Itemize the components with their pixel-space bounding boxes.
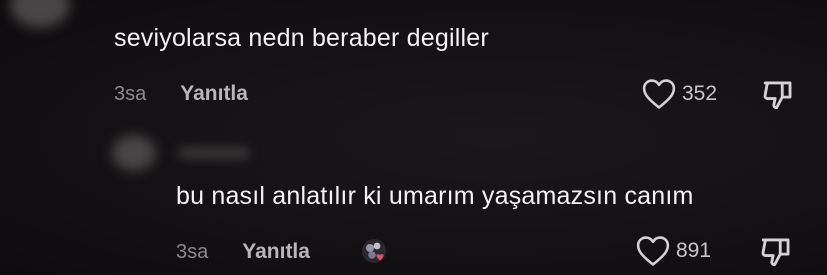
heart-sticker-icon	[362, 239, 386, 263]
comment-2-reply-button[interactable]: Yanıtla	[242, 240, 310, 264]
comment-1-reply-button[interactable]: Yanıtla	[180, 82, 248, 106]
avatar-2[interactable]	[112, 135, 156, 171]
comment-1-like-count: 352	[682, 82, 718, 105]
comment-2-meta: 3sa Yanıtla	[176, 240, 310, 264]
heart-outline-icon	[642, 79, 676, 109]
comment-2-text: bu nasıl anlatılır ki umarım yaşamazsın …	[176, 182, 694, 210]
comment-2-time: 3sa	[176, 240, 209, 263]
comment-1-meta: 3sa Yanıtla	[114, 82, 248, 106]
comment-1-like-button[interactable]: 352	[642, 78, 717, 110]
comment-1-text: seviyolarsa nedn beraber degiller	[114, 24, 489, 52]
username-2[interactable]	[178, 147, 250, 159]
heart-outline-icon	[636, 236, 670, 266]
comments-panel: seviyolarsa nedn beraber degiller 3sa Ya…	[0, 0, 827, 275]
avatar-1[interactable]	[10, 0, 70, 28]
comment-1-time: 3sa	[114, 82, 147, 105]
comment-2-like-button[interactable]: 891	[636, 235, 711, 267]
thumbs-down-icon[interactable]	[758, 235, 794, 269]
comment-2-like-count: 891	[676, 239, 712, 262]
thumbs-down-icon[interactable]	[760, 78, 796, 112]
